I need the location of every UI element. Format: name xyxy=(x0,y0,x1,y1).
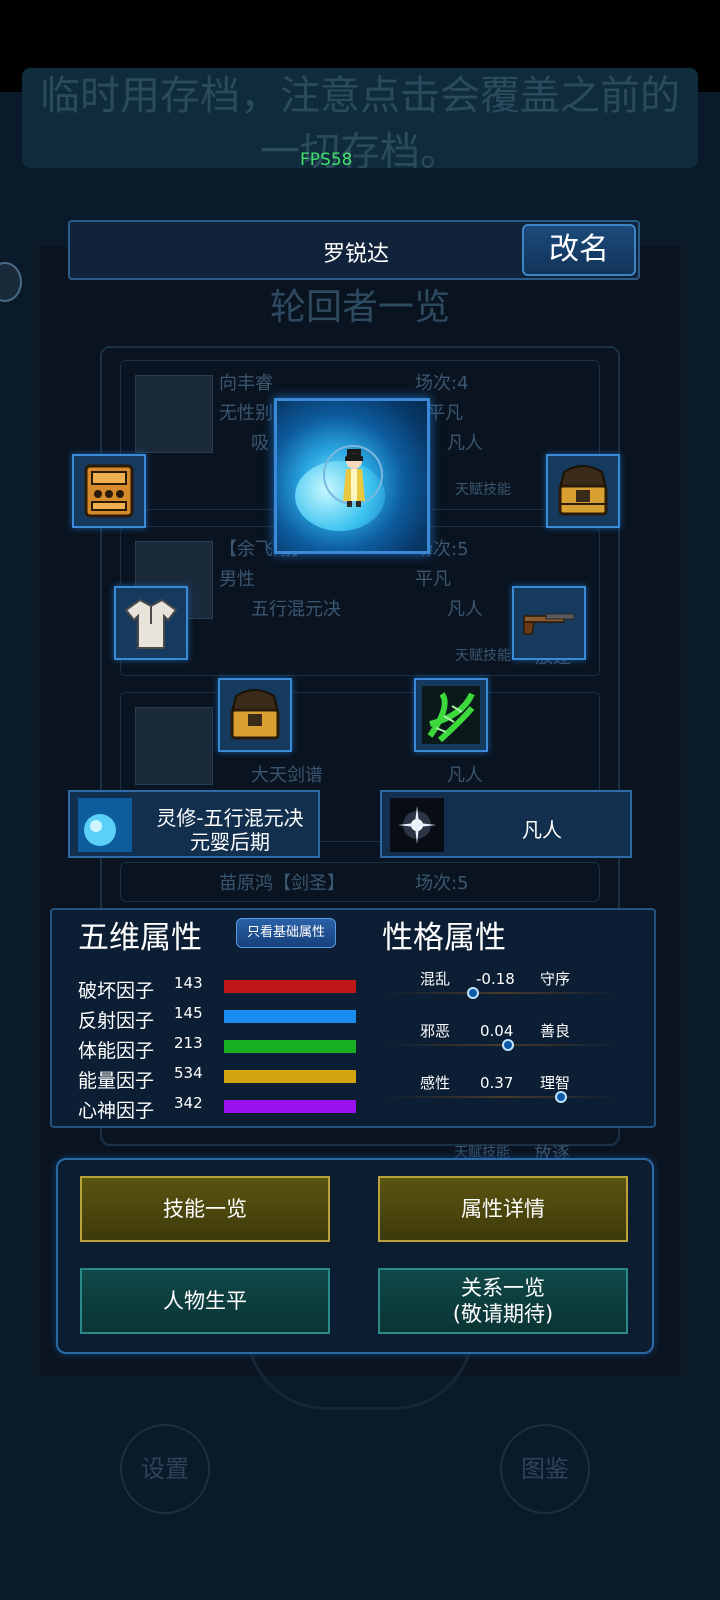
gold-chest-icon[interactable] xyxy=(546,454,620,528)
water-orb-icon xyxy=(78,798,132,852)
name-bar: 罗锐达 改名 xyxy=(68,220,640,280)
brick-armor-icon xyxy=(84,464,134,518)
trait-slider-track xyxy=(382,1096,622,1098)
attribute-detail-button[interactable]: 属性详情 xyxy=(378,1176,628,1242)
character-sprite xyxy=(343,449,365,507)
trait-left-label: 混乱 xyxy=(420,970,451,988)
trait-left-label: 邪恶 xyxy=(420,1022,451,1040)
settings-button[interactable]: 设置 xyxy=(120,1424,210,1514)
roster-skill: 吸 xyxy=(251,433,269,454)
factor-name: 体能因子 xyxy=(78,1040,155,1062)
factor-value: 213 xyxy=(174,1034,203,1052)
trait-left-label: 感性 xyxy=(420,1074,451,1092)
trait-slider-track xyxy=(382,992,622,994)
factor-name: 能量因子 xyxy=(78,1070,155,1092)
factor-name: 心神因子 xyxy=(78,1100,155,1122)
avatar xyxy=(135,375,213,453)
attribute-panel: 五维属性 只看基础属性 性格属性 破坏因子 143 反射因子 145 体能因子 213 能量… xyxy=(50,908,656,1128)
starlight-icon xyxy=(390,798,444,852)
roster-skill: 大天剑谱 xyxy=(251,765,323,786)
roster-skill: 五行混元决 xyxy=(251,599,341,620)
roster-realm: 凡人 xyxy=(447,765,483,786)
roster-scene: 场次:5 xyxy=(415,873,469,894)
factor-name: 破坏因子 xyxy=(78,980,155,1002)
trait-value: 0.04 xyxy=(480,1022,514,1040)
roster-scene: 场次:4 xyxy=(415,373,469,394)
trait-right-label: 理智 xyxy=(540,1074,571,1092)
roster-gender: 无性别 xyxy=(219,403,273,424)
character-portrait xyxy=(274,398,430,554)
rename-button[interactable]: 改名 xyxy=(522,224,636,276)
factor-value: 143 xyxy=(174,974,203,992)
shotgun-icon xyxy=(523,613,575,635)
roster-name: 向丰睿 xyxy=(219,373,273,394)
cultivation-skill[interactable]: 灵修-五行混元决 元婴后期 xyxy=(68,790,320,858)
biography-button[interactable]: 人物生平 xyxy=(80,1268,330,1334)
brick-armor-icon[interactable] xyxy=(72,454,146,528)
save-notice-text: 临时用存档，注意点击会覆盖之前的一切存档。 xyxy=(40,73,680,168)
relations-label: 关系一览 xyxy=(461,1276,545,1300)
roster-gender: 男性 xyxy=(219,569,255,590)
avatar xyxy=(135,707,213,785)
five-dim-title: 五维属性 xyxy=(78,920,202,956)
trait-slider-knob xyxy=(467,987,480,999)
trait-right-label: 守序 xyxy=(540,970,571,988)
cultivation-level: 元婴后期 xyxy=(190,830,270,854)
factor-bar xyxy=(224,1010,356,1023)
factor-bar xyxy=(224,1070,356,1083)
save-notice[interactable]: 临时用存档，注意点击会覆盖之前的一切存档。 xyxy=(22,68,698,168)
factor-value: 145 xyxy=(174,1004,203,1022)
talent-label: 天赋技能 xyxy=(455,482,511,498)
gold-chest-icon[interactable] xyxy=(218,678,292,752)
gold-chest-icon xyxy=(558,465,608,516)
roster-name: 苗原鸿【剑圣】 xyxy=(219,873,345,894)
factor-value: 534 xyxy=(174,1064,203,1082)
trait-value: 0.37 xyxy=(480,1074,514,1092)
relations-note: (敬请期待) xyxy=(452,1302,554,1326)
skills-list-label: 技能一览 xyxy=(163,1197,247,1221)
fps-counter: FPS58 xyxy=(300,150,353,170)
roster-rank: 平凡 xyxy=(427,403,463,424)
action-panel: 技能一览 属性详情 人物生平 关系一览 (敬请期待) xyxy=(56,1158,654,1354)
relations-button[interactable]: 关系一览 (敬请期待) xyxy=(378,1268,628,1334)
trait-value: -0.18 xyxy=(476,970,515,988)
dna-helix-icon xyxy=(422,686,480,744)
skills-list-button[interactable]: 技能一览 xyxy=(80,1176,330,1242)
roster-title: 轮回者一览 xyxy=(269,287,450,328)
roster-realm: 凡人 xyxy=(447,433,483,454)
body-realm[interactable]: 凡人 xyxy=(380,790,632,858)
white-shirt-icon xyxy=(124,598,178,649)
game-screen: 临时用存档，注意点击会覆盖之前的一切存档。 FPS58 轮回者一览 向丰睿 无性… xyxy=(0,0,720,1600)
factor-name: 反射因子 xyxy=(78,1010,155,1032)
factor-bar xyxy=(224,980,356,993)
white-shirt-icon[interactable] xyxy=(114,586,188,660)
talent-label: 天赋技能 xyxy=(455,648,511,664)
factor-value: 342 xyxy=(174,1094,203,1112)
trait-slider-knob xyxy=(555,1091,568,1103)
shotgun-icon[interactable] xyxy=(512,586,586,660)
gold-chest-icon xyxy=(230,689,280,740)
attribute-detail-label: 属性详情 xyxy=(461,1197,545,1221)
codex-button[interactable]: 图鉴 xyxy=(500,1424,590,1514)
roster-card[interactable]: 苗原鸿【剑圣】 场次:5 xyxy=(120,862,600,902)
roster-realm: 凡人 xyxy=(447,599,483,620)
factor-bar xyxy=(224,1100,356,1113)
personality-title: 性格属性 xyxy=(382,920,506,956)
trait-right-label: 善良 xyxy=(540,1022,571,1040)
factor-bar xyxy=(224,1040,356,1053)
trait-slider-knob xyxy=(502,1039,515,1051)
biography-label: 人物生平 xyxy=(163,1289,247,1313)
realm-label: 凡人 xyxy=(522,818,562,842)
dna-helix-icon[interactable] xyxy=(414,678,488,752)
roster-rank: 平凡 xyxy=(415,569,451,590)
basic-only-button[interactable]: 只看基础属性 xyxy=(236,918,336,948)
